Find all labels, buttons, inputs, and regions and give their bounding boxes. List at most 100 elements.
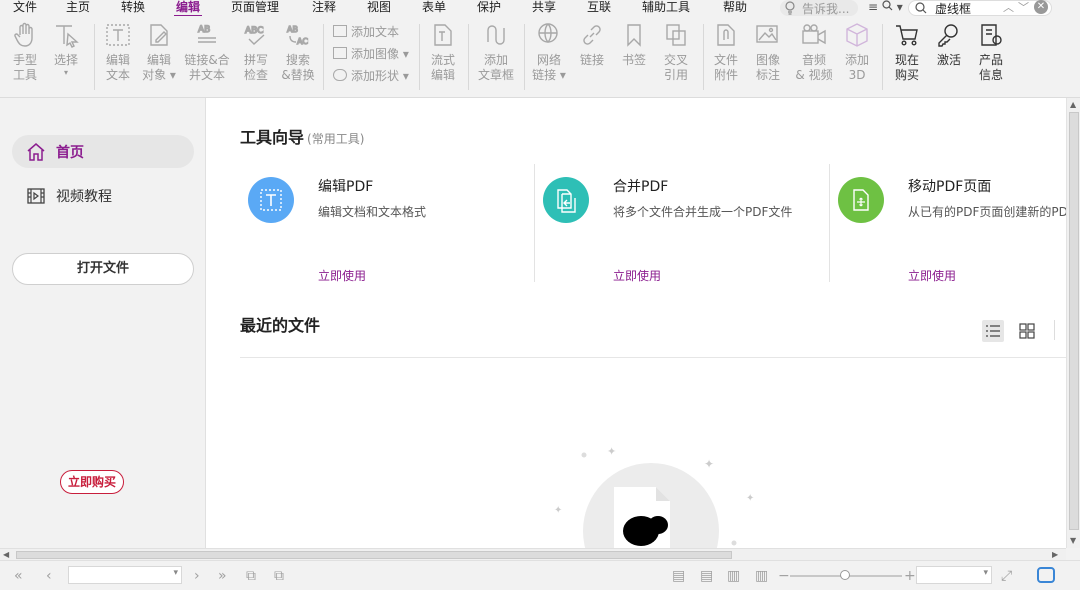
- image-annotation-button[interactable]: 图像 标注: [748, 22, 788, 83]
- chat-icon[interactable]: [1037, 567, 1055, 583]
- web-link-button[interactable]: 网络 链接 ▾: [529, 22, 569, 83]
- home-content: 工具向导 (常用工具) 编辑PDF 编辑文档和文本格式 立即使用 合并PDF 将多…: [206, 98, 1066, 548]
- ribbon-separator: [524, 24, 525, 90]
- use-now-link[interactable]: 立即使用: [908, 267, 956, 284]
- menu-page-management[interactable]: 页面管理: [231, 0, 279, 16]
- menu-accessibility[interactable]: 辅助工具: [642, 0, 690, 16]
- open-file-button[interactable]: 打开文件: [12, 253, 194, 285]
- close-icon[interactable]: ✕: [1034, 0, 1048, 14]
- spell-check-button[interactable]: ABC 拼写 检查: [236, 22, 276, 83]
- zoom-in-icon[interactable]: +: [904, 568, 916, 584]
- vertical-scrollbar[interactable]: ▲ ▼: [1066, 98, 1080, 548]
- use-now-link[interactable]: 立即使用: [318, 267, 366, 284]
- search-replace-button[interactable]: AB AC 搜索 &替换: [278, 22, 318, 83]
- scroll-right-icon[interactable]: ▶: [1052, 550, 1058, 560]
- flow-edit-label-2: 编辑: [430, 68, 455, 82]
- grid-view-button[interactable]: [1016, 320, 1038, 342]
- continuous-page-icon[interactable]: ▤: [700, 568, 713, 584]
- card-description: 从已有的PDF页面创建新的PD: [908, 205, 1066, 219]
- buy-now-ribbon-button[interactable]: 现在 购买: [887, 22, 927, 83]
- menu-protect[interactable]: 保护: [477, 0, 501, 16]
- zoom-slider-knob[interactable]: [840, 570, 850, 580]
- menu-edit[interactable]: 编辑: [173, 0, 203, 17]
- list-view-button[interactable]: [982, 320, 1004, 342]
- flow-edit-button[interactable]: 流式 编辑: [423, 22, 463, 83]
- card-title: 移动PDF页面: [908, 179, 992, 195]
- menu-file[interactable]: 文件: [13, 0, 37, 16]
- zoom-level-input[interactable]: ▾: [916, 566, 992, 584]
- hand-tool-label-1: 手型: [12, 53, 37, 67]
- menu-comment[interactable]: 注释: [312, 0, 336, 16]
- menu-form[interactable]: 表单: [422, 0, 446, 16]
- menu-convert[interactable]: 转换: [121, 0, 145, 16]
- product-info-icon: [981, 24, 1002, 46]
- search-nav-arrows[interactable]: ︿﹀: [1003, 1, 1033, 15]
- scroll-left-icon[interactable]: ◀: [3, 550, 9, 560]
- add-image-button[interactable]: 添加图像 ▾: [333, 44, 409, 64]
- add-text-button[interactable]: 添加文本: [333, 22, 399, 42]
- search-value: 虚线框: [935, 1, 972, 16]
- tool-card-move-pages[interactable]: 移动PDF页面 从已有的PDF页面创建新的PD 立即使用: [830, 164, 1066, 284]
- single-page-icon[interactable]: ▤: [672, 568, 685, 584]
- left-sidebar: 首页 视频教程 打开文件 立即购买: [0, 98, 206, 548]
- cross-reference-button[interactable]: 交叉 引用: [656, 22, 696, 83]
- menu-connect[interactable]: 互联: [587, 0, 611, 16]
- zoom-out-icon[interactable]: −: [778, 568, 790, 584]
- vertical-scroll-thumb[interactable]: [1069, 112, 1079, 530]
- next-view-icon[interactable]: ⧉: [274, 568, 284, 584]
- facing-page-icon[interactable]: ▥: [727, 568, 740, 584]
- horizontal-scroll-thumb[interactable]: [16, 551, 732, 559]
- menu-help[interactable]: 帮助: [723, 0, 747, 16]
- buy-now-button[interactable]: 立即购买: [60, 470, 124, 494]
- product-info-button[interactable]: 产品 信息: [971, 22, 1011, 83]
- edit-object-button[interactable]: 编辑 对象 ▾: [139, 22, 179, 83]
- hand-tool-button[interactable]: 手型 工具: [5, 22, 45, 83]
- activate-button[interactable]: 激活: [929, 22, 969, 68]
- next-page-icon[interactable]: ›: [194, 568, 200, 584]
- web-link-label-1: 网络: [536, 53, 561, 67]
- menu-share[interactable]: 共享: [532, 0, 556, 16]
- add-article-button[interactable]: 添加 文章框: [474, 22, 518, 83]
- bookmark-button[interactable]: 书签: [614, 22, 654, 68]
- tool-card-edit-pdf[interactable]: 编辑PDF 编辑文档和文本格式 立即使用: [240, 164, 535, 284]
- tell-me-input[interactable]: 告诉我...: [780, 0, 858, 16]
- continuous-facing-icon[interactable]: ▥: [755, 568, 768, 584]
- previous-view-icon[interactable]: ⧉: [246, 568, 256, 584]
- edit-text-label-1: 编辑: [105, 53, 130, 67]
- nav-video-tutorial[interactable]: 视频教程: [12, 179, 194, 212]
- edit-pdf-icon: [248, 177, 294, 223]
- search-input[interactable]: 虚线框 ︿﹀: [908, 0, 1052, 16]
- link-button[interactable]: 链接: [572, 22, 612, 68]
- add-shape-button[interactable]: 添加形状 ▾: [333, 66, 409, 86]
- prev-page-icon[interactable]: ‹: [46, 568, 52, 584]
- horizontal-scrollbar[interactable]: ◀ ▶: [0, 548, 1066, 560]
- article-icon: [487, 25, 505, 45]
- menu-view[interactable]: 视图: [367, 0, 391, 16]
- add-3d-button[interactable]: 添加 3D: [837, 22, 877, 83]
- buy-now-label-1: 现在: [894, 53, 919, 67]
- audio-video-label-2: & 视频: [795, 68, 833, 82]
- file-attachment-button[interactable]: 文件 附件: [706, 22, 746, 83]
- card-title: 编辑PDF: [318, 179, 374, 195]
- dropdown-arrow-icon: ▾: [63, 68, 68, 77]
- tool-card-merge-pdf[interactable]: 合并PDF 将多个文件合并生成一个PDF文件 立即使用: [535, 164, 830, 284]
- nav-home[interactable]: 首页: [12, 135, 194, 168]
- menu-home[interactable]: 主页: [66, 0, 90, 16]
- last-page-icon[interactable]: »: [218, 568, 227, 584]
- use-now-link[interactable]: 立即使用: [613, 267, 661, 284]
- scroll-up-icon[interactable]: ▲: [1070, 100, 1076, 110]
- fit-page-icon[interactable]: ⤢: [1001, 568, 1012, 584]
- find-mode-dropdown[interactable]: ≡ ▾: [868, 0, 903, 16]
- add-text-icon: [333, 25, 347, 37]
- edit-text-button[interactable]: 编辑 文本: [98, 22, 138, 83]
- image-annotation-icon: [756, 25, 778, 43]
- ribbon-separator: [703, 24, 704, 90]
- ribbon-separator: [468, 24, 469, 90]
- audio-video-button[interactable]: 音频 & 视频: [792, 22, 836, 83]
- scroll-down-icon[interactable]: ▼: [1070, 536, 1076, 546]
- first-page-icon[interactable]: «: [14, 568, 23, 584]
- select-button[interactable]: 选择 ▾: [46, 22, 86, 78]
- page-number-input[interactable]: ▾: [68, 566, 182, 584]
- menu-bar: 文件 主页 转换 编辑 页面管理 注释 视图 表单 保护 共享 互联 辅助工具 …: [0, 0, 1080, 17]
- link-merge-text-button[interactable]: AB 链接&合 并文本: [183, 22, 231, 83]
